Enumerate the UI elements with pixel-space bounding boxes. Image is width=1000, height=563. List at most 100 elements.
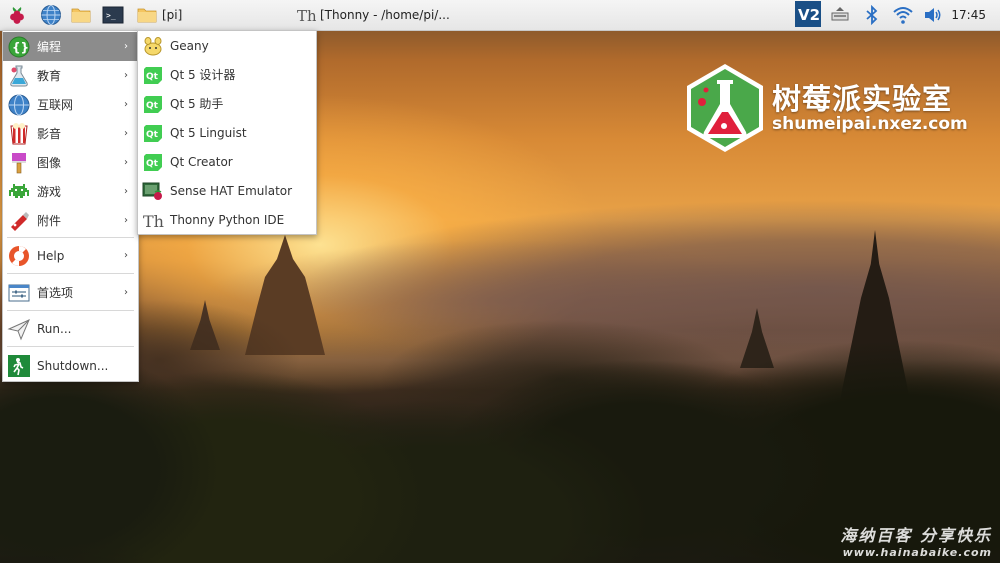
- file-manager-icon: [71, 8, 91, 23]
- sense-hat-icon: [142, 182, 162, 200]
- menu-item-accessories[interactable]: 附件 ›: [3, 206, 138, 235]
- submenu-item-qt5-designer[interactable]: Qt Qt 5 设计器: [138, 60, 316, 89]
- lab-flask-logo-icon: [687, 64, 763, 152]
- submenu-arrow-icon: ›: [124, 287, 128, 298]
- menu-item-label: 教育: [37, 69, 62, 83]
- menu-item-internet[interactable]: 互联网 ›: [3, 90, 138, 119]
- file-manager-launcher[interactable]: [70, 3, 92, 27]
- menu-item-label: 编程: [37, 40, 62, 54]
- bluetooth-tray-button[interactable]: [862, 3, 882, 27]
- svg-text:Qt: Qt: [146, 101, 159, 111]
- menu-item-label: 互联网: [37, 98, 74, 112]
- submenu-item-label: Geany: [170, 38, 209, 53]
- web-browser-launcher[interactable]: [40, 3, 62, 27]
- menu-item-help[interactable]: Help ›: [3, 241, 138, 270]
- run-icon: [7, 318, 30, 340]
- submenu-arrow-icon: ›: [124, 186, 128, 197]
- menu-button[interactable]: [6, 3, 28, 27]
- internet-icon: [8, 94, 30, 115]
- programming-icon: {}: [8, 36, 30, 57]
- submenu-arrow-icon: ›: [124, 215, 128, 226]
- qt-icon: Qt: [144, 95, 162, 113]
- bluetooth-icon: [866, 5, 878, 25]
- wifi-tray-button[interactable]: [892, 3, 914, 27]
- logo-title: 树莓派实验室: [772, 82, 953, 116]
- menu-item-label: 影音: [37, 127, 62, 141]
- vnc-icon: V2: [795, 1, 821, 27]
- menu-item-education[interactable]: 教育 ›: [3, 61, 138, 90]
- programming-submenu: Geany Qt Qt 5 设计器 Qt Qt 5 助手 Qt Qt 5 Lin…: [137, 30, 317, 235]
- menu-separator: [7, 310, 134, 311]
- thonny-icon: Th: [143, 212, 164, 231]
- submenu-arrow-icon: ›: [124, 128, 128, 139]
- submenu-item-thonny[interactable]: Th Thonny Python IDE: [138, 205, 316, 234]
- menu-item-preferences[interactable]: 首选项 ›: [3, 278, 138, 307]
- menu-separator: [7, 346, 134, 347]
- vnc-tray-button[interactable]: V2: [795, 1, 821, 27]
- clock[interactable]: 17:45: [951, 0, 986, 30]
- svg-text:Qt: Qt: [146, 159, 159, 169]
- menu-item-sound-video[interactable]: 影音 ›: [3, 119, 138, 148]
- svg-text:Qt: Qt: [146, 72, 159, 82]
- task-file-manager[interactable]: [pi]: [136, 3, 182, 27]
- watermark-url: www.hainabaike.com: [842, 546, 992, 559]
- accessories-icon: [11, 211, 29, 231]
- application-menu: {} 编程 › 教育 › 互联网 › 影音 › 图像 › 游戏 › 附件 › H…: [2, 30, 139, 382]
- menu-separator: [7, 273, 134, 274]
- submenu-item-label: Qt 5 助手: [170, 97, 224, 111]
- menu-item-label: 首选项: [37, 286, 74, 300]
- qt-icon: Qt: [144, 66, 162, 84]
- submenu-item-label: Qt 5 设计器: [170, 68, 236, 82]
- menu-item-label: 附件: [37, 214, 62, 228]
- qt-icon: Qt: [144, 153, 162, 171]
- education-icon: [10, 65, 28, 86]
- thonny-icon: Th: [297, 7, 316, 25]
- submenu-item-qt5-linguist[interactable]: Qt Qt 5 Linguist: [138, 118, 316, 147]
- watermark-text: 海纳百客 分享快乐: [840, 526, 992, 545]
- folder-icon: [137, 8, 157, 23]
- menu-item-label: Run...: [37, 321, 72, 336]
- menu-item-programming[interactable]: {} 编程 ›: [3, 32, 138, 61]
- volume-icon: [925, 8, 941, 22]
- menu-separator: [7, 237, 134, 238]
- submenu-item-sense-hat-emulator[interactable]: Sense HAT Emulator: [138, 176, 316, 205]
- submenu-arrow-icon: ›: [124, 41, 128, 52]
- eject-tray-button[interactable]: [830, 3, 850, 27]
- logo-url: shumeipai.nxez.com: [772, 114, 968, 134]
- volume-tray-button[interactable]: [922, 3, 944, 27]
- submenu-arrow-icon: ›: [124, 70, 128, 81]
- submenu-arrow-icon: ›: [124, 99, 128, 110]
- submenu-item-qt-creator[interactable]: Qt Qt Creator: [138, 147, 316, 176]
- wifi-icon: [893, 7, 913, 24]
- terminal-icon: >_: [102, 6, 124, 24]
- terminal-launcher[interactable]: >_: [102, 3, 124, 27]
- task-thonny[interactable]: Th [Thonny - /home/pi/...: [296, 3, 450, 27]
- menu-item-shutdown[interactable]: Shutdown...: [3, 351, 138, 380]
- submenu-item-geany[interactable]: Geany: [138, 31, 316, 60]
- submenu-item-qt5-assistant[interactable]: Qt Qt 5 助手: [138, 89, 316, 118]
- menu-item-graphics[interactable]: 图像 ›: [3, 148, 138, 177]
- preferences-icon: [8, 284, 30, 301]
- menu-item-label: 图像: [37, 156, 62, 170]
- menu-item-run[interactable]: Run...: [3, 314, 138, 343]
- web-browser-icon: [41, 5, 61, 25]
- sound-video-icon: [10, 122, 28, 144]
- menu-item-label: 游戏: [37, 185, 62, 199]
- task-label: [pi]: [162, 8, 183, 22]
- menu-item-label: Shutdown...: [37, 358, 109, 373]
- menu-item-label: Help: [37, 248, 65, 263]
- submenu-item-label: Qt 5 Linguist: [170, 125, 247, 140]
- games-icon: [9, 183, 29, 198]
- graphics-icon: [12, 152, 26, 173]
- qt-icon: Qt: [144, 124, 162, 142]
- svg-text:Qt: Qt: [146, 130, 159, 140]
- menu-item-games[interactable]: 游戏 ›: [3, 177, 138, 206]
- task-label: [Thonny - /home/pi/...: [320, 8, 450, 22]
- shutdown-icon: [8, 354, 30, 377]
- svg-text:Th: Th: [297, 7, 316, 25]
- svg-text:>_: >_: [106, 11, 116, 20]
- geany-icon: [144, 36, 162, 55]
- site-logo: 树莓派实验室 shumeipai.nxez.com: [684, 62, 968, 154]
- svg-text:Th: Th: [143, 212, 164, 231]
- svg-text:{}: {}: [12, 40, 29, 54]
